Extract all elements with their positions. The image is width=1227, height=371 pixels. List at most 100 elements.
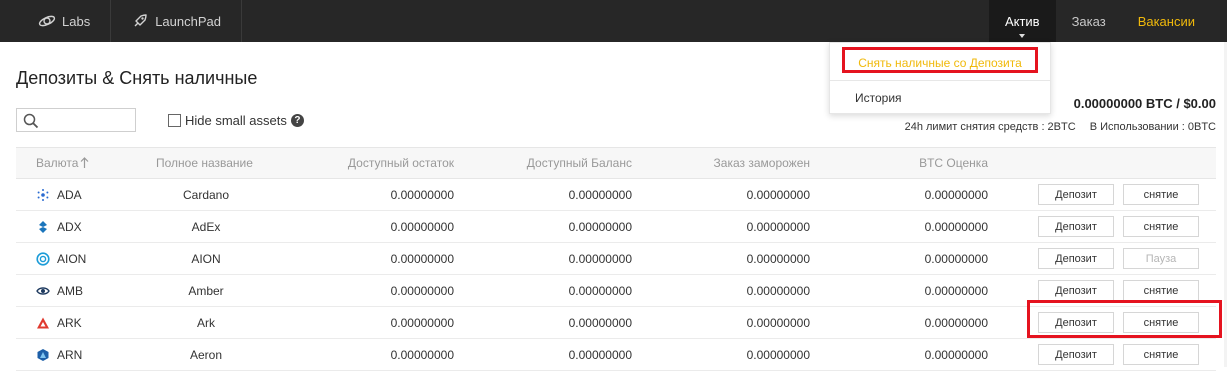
deposit-button[interactable]: Депозит bbox=[1038, 344, 1114, 365]
nav-orders[interactable]: Заказ bbox=[1056, 0, 1122, 42]
paused-withdraw-button: Пауза bbox=[1123, 248, 1199, 269]
available-value: 0.00000000 bbox=[390, 219, 454, 234]
withdraw-button[interactable]: снятие bbox=[1123, 216, 1199, 237]
table-row: AMB Amber 0.00000000 0.00000000 0.000000… bbox=[16, 275, 1216, 307]
deposit-button[interactable]: Депозит bbox=[1038, 216, 1114, 237]
withdraw-button[interactable]: снятие bbox=[1123, 280, 1199, 301]
coin-cell: AMB bbox=[36, 275, 83, 306]
withdrawal-limits: 24h лимит снятия средств : 2BTC В Исполь… bbox=[905, 121, 1216, 133]
balance-value: 0.00000000 bbox=[568, 347, 632, 362]
adex-icon bbox=[36, 220, 50, 234]
table-header: Валюта Полное название Доступный остаток… bbox=[16, 147, 1216, 179]
header-available: Доступный остаток bbox=[347, 156, 454, 170]
hide-small-assets-label: Hide small assets bbox=[185, 113, 287, 128]
in-order-value: 0.00000000 bbox=[746, 219, 810, 234]
coin-cell: ARK bbox=[36, 307, 82, 338]
table-row: ARN Aeron 0.00000000 0.00000000 0.000000… bbox=[16, 339, 1216, 371]
caret-down-icon bbox=[1019, 34, 1026, 38]
amber-icon bbox=[36, 284, 50, 298]
nav-labs[interactable]: Labs bbox=[0, 0, 112, 42]
available-value: 0.00000000 bbox=[390, 315, 454, 330]
nav-orders-label: Заказ bbox=[1071, 13, 1106, 29]
withdrawal-limit-text: 24h лимит снятия средств : 2BTC bbox=[904, 121, 1076, 133]
available-value: 0.00000000 bbox=[390, 283, 454, 298]
coin-full-name: AION bbox=[191, 251, 221, 266]
balance-value: 0.00000000 bbox=[568, 251, 632, 266]
nav-launchpad[interactable]: LaunchPad bbox=[111, 0, 242, 42]
nav-right-group: Актив Заказ Вакансии bbox=[988, 0, 1227, 42]
labs-icon bbox=[38, 12, 56, 30]
menu-withdraw-from-deposit[interactable]: Снять наличные со Депозита bbox=[842, 47, 1038, 73]
search-icon bbox=[23, 113, 39, 129]
header-full-name: Полное название bbox=[156, 156, 253, 170]
assets-table: Валюта Полное название Доступный остаток… bbox=[16, 147, 1216, 371]
nav-labs-label: Labs bbox=[62, 13, 91, 29]
sort-up-icon bbox=[81, 157, 89, 168]
header-in-order: Заказ заморожен bbox=[713, 156, 810, 170]
table-row: AION AION 0.00000000 0.00000000 0.000000… bbox=[16, 243, 1216, 275]
btc-value: 0.00000000 bbox=[924, 347, 988, 362]
btc-value: 0.00000000 bbox=[924, 315, 988, 330]
coin-full-name: Aeron bbox=[189, 347, 223, 362]
in-order-value: 0.00000000 bbox=[746, 347, 810, 362]
available-value: 0.00000000 bbox=[390, 187, 454, 202]
nav-left-group: Labs LaunchPad bbox=[0, 0, 242, 42]
coin-symbol: ARN bbox=[57, 347, 83, 362]
coin-symbol: AMB bbox=[57, 283, 84, 298]
btc-value: 0.00000000 bbox=[924, 187, 988, 202]
header-balance: Доступный Баланс bbox=[526, 156, 632, 170]
in-order-value: 0.00000000 bbox=[746, 187, 810, 202]
header-coin-label: Валюта bbox=[36, 156, 79, 170]
coin-cell: AION bbox=[36, 243, 86, 274]
withdraw-button[interactable]: снятие bbox=[1123, 312, 1199, 333]
coin-cell: ADX bbox=[36, 211, 82, 242]
header-coin[interactable]: Валюта bbox=[36, 148, 89, 178]
hide-small-assets-checkbox[interactable] bbox=[168, 114, 181, 127]
header-btc-value: BTC Оценка bbox=[919, 156, 988, 170]
nav-launchpad-label: LaunchPad bbox=[155, 13, 221, 29]
in-order-value: 0.00000000 bbox=[746, 315, 810, 330]
btc-value: 0.00000000 bbox=[924, 283, 988, 298]
balance-value: 0.00000000 bbox=[568, 219, 632, 234]
balance-value: 0.00000000 bbox=[568, 315, 632, 330]
deposit-button[interactable]: Депозит bbox=[1038, 312, 1114, 333]
nav-assets[interactable]: Актив bbox=[988, 0, 1056, 42]
btc-value: 0.00000000 bbox=[924, 251, 988, 266]
withdraw-button[interactable]: снятие bbox=[1123, 344, 1199, 365]
available-value: 0.00000000 bbox=[390, 347, 454, 362]
coin-cell: ADA bbox=[36, 179, 82, 210]
aeron-icon bbox=[36, 348, 50, 362]
coin-cell: ARN bbox=[36, 339, 82, 370]
deposit-button[interactable]: Депозит bbox=[1038, 184, 1114, 205]
rocket-icon bbox=[131, 12, 149, 30]
table-row: ADA Cardano 0.00000000 0.00000000 0.0000… bbox=[16, 179, 1216, 211]
hide-small-assets-toggle[interactable]: Hide small assets ? bbox=[168, 113, 304, 128]
cardano-icon bbox=[36, 188, 50, 202]
ark-icon bbox=[36, 316, 50, 330]
btc-value: 0.00000000 bbox=[924, 219, 988, 234]
deposit-button[interactable]: Депозит bbox=[1038, 280, 1114, 301]
deposit-button[interactable]: Депозит bbox=[1038, 248, 1114, 269]
in-use-text: В Использовании : 0BTC bbox=[1089, 121, 1216, 133]
coin-full-name: Ark bbox=[197, 315, 215, 330]
coin-full-name: AdEx bbox=[191, 219, 221, 234]
search-input[interactable] bbox=[16, 108, 136, 132]
top-navigation-bar: Labs LaunchPad Актив Заказ Вакансии bbox=[0, 0, 1227, 42]
withdraw-button[interactable]: снятие bbox=[1123, 184, 1199, 205]
nav-jobs-label: Вакансии bbox=[1137, 13, 1195, 29]
nav-jobs[interactable]: Вакансии bbox=[1122, 0, 1227, 42]
help-icon[interactable]: ? bbox=[290, 114, 304, 127]
balance-value: 0.00000000 bbox=[568, 283, 632, 298]
coin-full-name: Cardano bbox=[182, 187, 230, 202]
page-title: Депозиты & Снять наличные bbox=[16, 68, 258, 88]
balance-value: 0.00000000 bbox=[568, 187, 632, 202]
table-row: ADX AdEx 0.00000000 0.00000000 0.0000000… bbox=[16, 211, 1216, 243]
in-order-value: 0.00000000 bbox=[746, 283, 810, 298]
aion-icon bbox=[36, 251, 50, 266]
coin-symbol: ARK bbox=[57, 315, 82, 330]
menu-history[interactable]: История bbox=[830, 87, 1075, 109]
coin-full-name: Amber bbox=[188, 283, 224, 298]
nav-assets-label: Актив bbox=[1004, 13, 1040, 29]
available-value: 0.00000000 bbox=[390, 251, 454, 266]
total-balance: 0.00000000 BTC / $0.00 bbox=[1073, 96, 1216, 111]
